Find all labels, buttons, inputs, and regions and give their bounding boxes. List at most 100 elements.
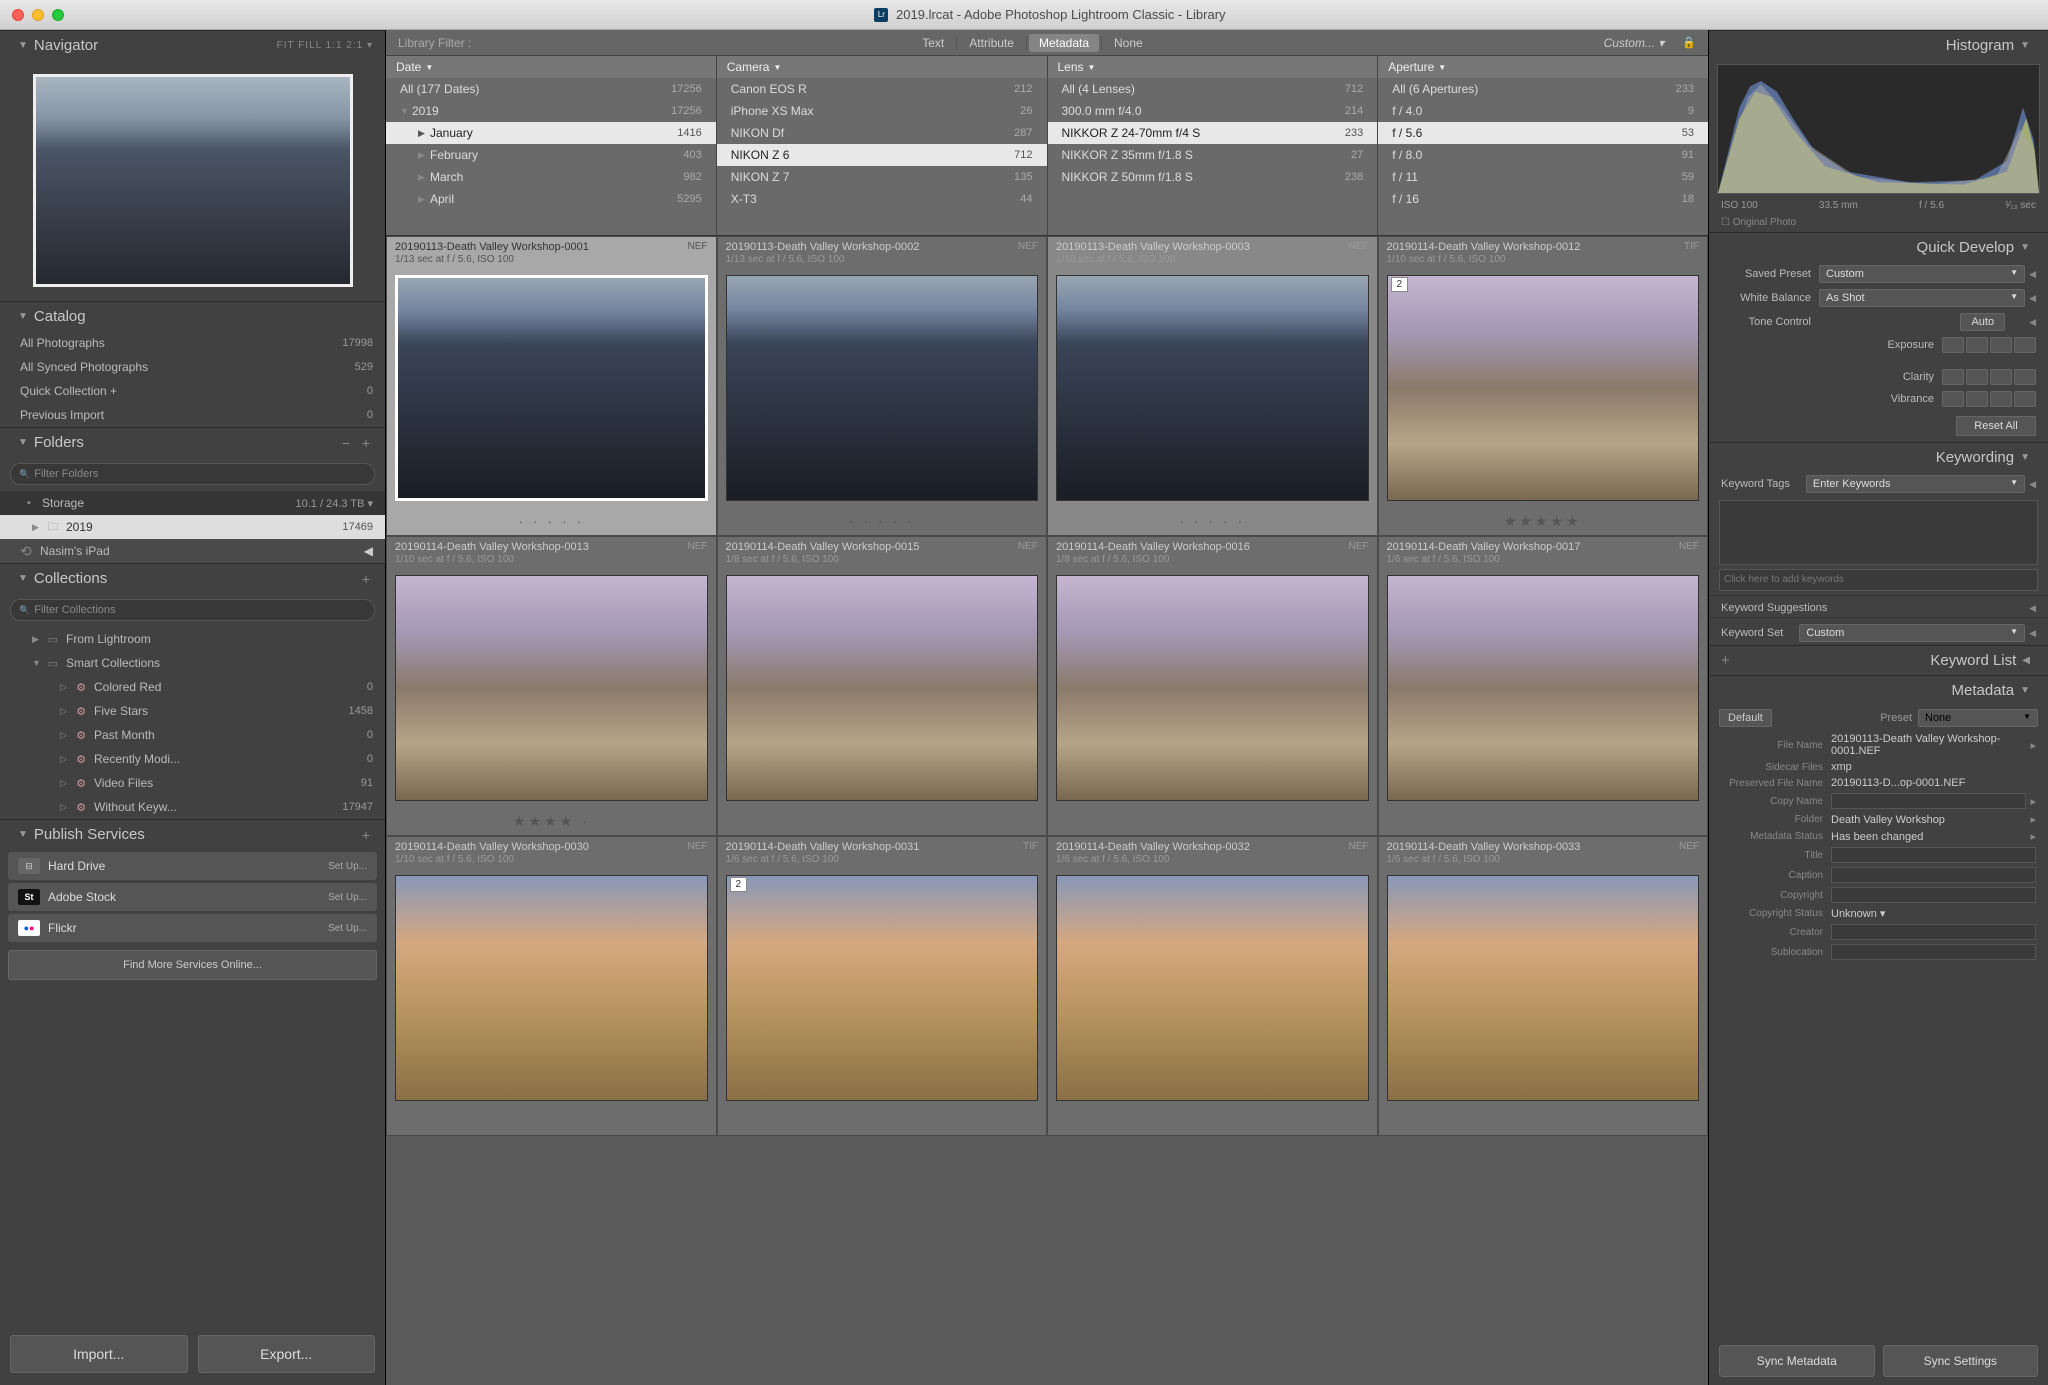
metacol-header[interactable]: Date▼ (386, 56, 716, 78)
add-keyword-button[interactable]: + (1721, 652, 1730, 669)
thumbnail-image[interactable] (395, 875, 708, 1101)
collections-header[interactable]: ▼ Collections + (0, 563, 385, 593)
metafilter-row[interactable]: All (4 Lenses)712 (1048, 78, 1378, 100)
exposure-steppers[interactable] (1942, 337, 2036, 353)
thumbnail-image[interactable] (726, 875, 1039, 1101)
metadata-header[interactable]: Metadata ▼ (1709, 675, 2048, 705)
catalog-row[interactable]: Previous Import0 (0, 403, 385, 427)
thumbnail-image[interactable] (395, 275, 708, 501)
smart-collection-item[interactable]: ▷⚙Without Keyw...17947 (0, 795, 385, 819)
navigator-header[interactable]: ▼ Navigator FIT FILL 1:1 2:1 ▾ (0, 30, 385, 60)
quickdev-header[interactable]: Quick Develop ▼ (1709, 232, 2048, 262)
goto-icon[interactable]: ▸ (2030, 813, 2036, 826)
thumbnail-cell[interactable]: NEF 20190113-Death Valley Workshop-0001 … (386, 236, 717, 536)
add-keywords-input[interactable]: Click here to add keywords (1719, 569, 2038, 591)
chevron-left-icon[interactable]: ◀ (2029, 479, 2036, 490)
histogram-display[interactable] (1717, 64, 2040, 194)
chevron-left-icon[interactable]: ◀ (2029, 317, 2036, 328)
thumbnail-cell[interactable]: NEF 20190114-Death Valley Workshop-0032 … (1047, 836, 1378, 1136)
keywordlist-header[interactable]: + Keyword List ◀ (1709, 645, 2048, 675)
goto-icon[interactable]: ▸ (2030, 830, 2036, 843)
goto-icon[interactable]: ▸ (2030, 739, 2036, 752)
metadata-view-select[interactable]: Default (1719, 709, 1772, 727)
metadata-value-input[interactable] (1831, 793, 2026, 809)
thumbnail-cell[interactable]: NEF 20190113-Death Valley Workshop-0003 … (1047, 236, 1378, 536)
lock-icon[interactable]: 🔒 (1682, 36, 1696, 49)
metafilter-row[interactable]: NIKON Df287 (717, 122, 1047, 144)
metafilter-row[interactable]: NIKON Z 7135 (717, 166, 1047, 188)
smart-collection-item[interactable]: ▷⚙Five Stars1458 (0, 699, 385, 723)
catalog-header[interactable]: ▼ Catalog (0, 301, 385, 331)
thumbnail-cell[interactable]: NEF 20190113-Death Valley Workshop-0002 … (717, 236, 1048, 536)
thumbnail-image[interactable] (1387, 575, 1700, 801)
remove-folder-button[interactable]: − (339, 435, 353, 451)
add-publish-button[interactable]: + (359, 827, 373, 843)
publish-header[interactable]: ▼ Publish Services + (0, 819, 385, 849)
thumbnail-cell[interactable]: TIF 20190114-Death Valley Workshop-0012 … (1378, 236, 1709, 536)
keyword-tags-select[interactable]: Enter Keywords▼ (1806, 475, 2025, 493)
thumbnail-cell[interactable]: TIF 20190114-Death Valley Workshop-0031 … (717, 836, 1048, 1136)
thumbnail-image[interactable] (1387, 875, 1700, 1101)
chevron-left-icon[interactable]: ◀ (2029, 603, 2036, 614)
metafilter-row[interactable]: All (177 Dates)17256 (386, 78, 716, 100)
metafilter-row[interactable]: f / 4.09 (1378, 100, 1708, 122)
metacol-header[interactable]: Camera▼ (717, 56, 1047, 78)
thumbnail-cell[interactable]: NEF 20190114-Death Valley Workshop-0016 … (1047, 536, 1378, 836)
thumbnail-image[interactable] (1056, 875, 1369, 1101)
metafilter-row[interactable]: f / 5.653 (1378, 122, 1708, 144)
catalog-row[interactable]: All Synced Photographs529 (0, 355, 385, 379)
thumbnail-image[interactable] (1387, 275, 1700, 501)
thumbnail-image[interactable] (1056, 275, 1369, 501)
metafilter-row[interactable]: f / 8.091 (1378, 144, 1708, 166)
filter-tab-attribute[interactable]: Attribute (959, 34, 1024, 52)
metacol-header[interactable]: Aperture▼ (1378, 56, 1708, 78)
smart-collection-item[interactable]: ▷⚙Colored Red0 (0, 675, 385, 699)
metafilter-row[interactable]: All (6 Apertures)233 (1378, 78, 1708, 100)
catalog-row[interactable]: Quick Collection +0 (0, 379, 385, 403)
setup-link[interactable]: Set Up... (328, 861, 367, 872)
rating-stars[interactable]: · · · · · (1179, 513, 1245, 529)
filter-tab-none[interactable]: None (1104, 34, 1153, 52)
metafilter-row[interactable]: 300.0 mm f/4.0214 (1048, 100, 1378, 122)
volume-storage[interactable]: ▪ Storage 10.1 / 24.3 TB ▾ (0, 491, 385, 515)
thumbnail-image[interactable] (1056, 575, 1369, 801)
device-ipad[interactable]: ⟲ Nasim's iPad ◀ (0, 539, 385, 563)
metadata-value-input[interactable] (1831, 924, 2036, 940)
publish-flickr[interactable]: ●● Flickr Set Up... (8, 914, 377, 942)
sync-metadata-button[interactable]: Sync Metadata (1719, 1345, 1875, 1377)
vibrance-steppers[interactable] (1942, 391, 2036, 407)
collections-filter-input[interactable]: Filter Collections (10, 599, 375, 621)
filter-tab-text[interactable]: Text (912, 34, 954, 52)
metafilter-row[interactable]: NIKON Z 6712 (717, 144, 1047, 166)
metafilter-row[interactable]: f / 1618 (1378, 188, 1708, 210)
histogram-header[interactable]: Histogram ▼ (1709, 30, 2048, 60)
add-folder-button[interactable]: + (359, 435, 373, 451)
thumbnail-image[interactable] (726, 275, 1039, 501)
maximize-button[interactable] (52, 9, 64, 21)
setup-link[interactable]: Set Up... (328, 892, 367, 903)
metafilter-row[interactable]: iPhone XS Max26 (717, 100, 1047, 122)
metafilter-row[interactable]: f / 1159 (1378, 166, 1708, 188)
goto-icon[interactable]: ▸ (2030, 795, 2036, 808)
metafilter-row[interactable]: NIKKOR Z 50mm f/1.8 S238 (1048, 166, 1378, 188)
folder-2019[interactable]: ▶ 🗀 2019 17469 (0, 515, 385, 539)
reset-all-button[interactable]: Reset All (1956, 416, 2036, 436)
minimize-button[interactable] (32, 9, 44, 21)
rating-stars[interactable]: · · · · · (849, 513, 915, 529)
keywords-textarea[interactable] (1719, 500, 2038, 565)
publish-adobe-stock[interactable]: St Adobe Stock Set Up... (8, 883, 377, 911)
metacol-header[interactable]: Lens▼ (1048, 56, 1378, 78)
metadata-value-input[interactable] (1831, 887, 2036, 903)
keywording-header[interactable]: Keywording ▼ (1709, 442, 2048, 472)
collection-from-lightroom[interactable]: ▶ ▭ From Lightroom (0, 627, 385, 651)
export-button[interactable]: Export... (198, 1335, 376, 1373)
preset-select[interactable]: Custom▼ (1819, 265, 2025, 283)
navigator-zoom-options[interactable]: FIT FILL 1:1 2:1 ▾ (277, 40, 373, 51)
smart-collection-item[interactable]: ▷⚙Past Month0 (0, 723, 385, 747)
thumbnail-cell[interactable]: NEF 20190114-Death Valley Workshop-0015 … (717, 536, 1048, 836)
thumbnail-grid[interactable]: NEF 20190113-Death Valley Workshop-0001 … (386, 236, 1708, 1385)
original-photo-checkbox[interactable]: Original Photo (1709, 213, 2048, 232)
metafilter-row[interactable]: ▼201917256 (386, 100, 716, 122)
folders-filter-input[interactable]: Filter Folders (10, 463, 375, 485)
smart-collection-item[interactable]: ▷⚙Recently Modi...0 (0, 747, 385, 771)
